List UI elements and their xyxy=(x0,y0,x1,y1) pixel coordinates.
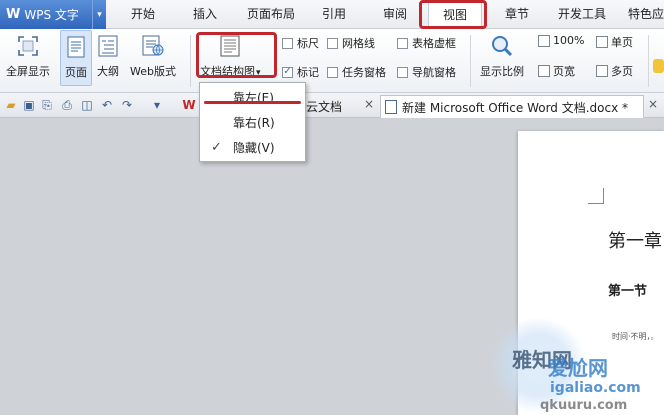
ruler-checkbox-box[interactable] xyxy=(282,37,293,49)
watermark-text: 爱尬网 xyxy=(548,356,608,380)
zoom-ratio-button[interactable]: 显示比例 xyxy=(480,33,524,79)
doc-tab-cloud[interactable]: 云文档 xyxy=(306,95,342,118)
page-width-icon xyxy=(538,65,550,77)
single-page-button[interactable]: 单页 xyxy=(596,34,633,50)
wps-logo-icon: W xyxy=(6,7,21,22)
doc-tab-cloud-label: 云文档 xyxy=(306,100,343,114)
multi-page-button[interactable]: 多页 xyxy=(596,63,633,79)
marks-checkbox[interactable]: ✓ 标记 xyxy=(282,64,319,80)
ribbon-divider xyxy=(190,35,191,87)
menu-item-hide[interactable]: ✓ 隐藏(V) xyxy=(200,136,305,160)
ribbon-divider xyxy=(648,35,649,87)
page-width-button[interactable]: 页宽 xyxy=(538,63,575,79)
nav-pane-checkbox[interactable]: 导航窗格 xyxy=(397,64,456,80)
page-margin-corner xyxy=(588,188,604,204)
tab-references[interactable]: 引用 xyxy=(310,0,358,29)
fullscreen-button[interactable]: 全屏显示 xyxy=(6,33,50,79)
highlight-underline xyxy=(204,101,301,104)
web-view-button[interactable]: Web版式 xyxy=(130,33,176,79)
fullscreen-icon xyxy=(16,33,40,59)
print-preview-icon[interactable]: ◫ xyxy=(80,98,94,112)
lightbulb-icon[interactable] xyxy=(653,59,664,73)
table-grid-checkbox[interactable]: 表格虚框 xyxy=(397,35,456,51)
menu-item-left[interactable]: 靠左(E) xyxy=(200,86,305,110)
outline-label: 大纲 xyxy=(97,65,119,78)
highlight-view-tab xyxy=(419,0,487,29)
task-pane-label: 任务窗格 xyxy=(342,66,386,79)
fullscreen-label: 全屏显示 xyxy=(6,65,50,78)
menu-bar: W WPS 文字 ▾ 开始 插入 页面布局 引用 审阅 视图 章节 开发工具 特… xyxy=(0,0,664,29)
tab-chapter[interactable]: 章节 xyxy=(492,0,542,29)
page-view-label: 页面 xyxy=(65,66,87,79)
save-icon[interactable]: ▣ xyxy=(22,98,36,112)
wps-doc-tab-icon[interactable]: W xyxy=(182,98,196,112)
zoom-100-icon xyxy=(538,34,550,47)
page-width-label: 页宽 xyxy=(553,65,575,78)
menu-item-hide-label: 隐藏(V) xyxy=(233,141,275,155)
heading-section: 第一节 xyxy=(608,284,648,299)
ribbon-divider xyxy=(470,35,471,87)
tab-developer[interactable]: 开发工具 xyxy=(550,0,614,29)
ruler-checkbox[interactable]: 标尺 xyxy=(282,35,319,51)
highlight-doc-map xyxy=(196,32,277,78)
nav-pane-checkbox-box[interactable] xyxy=(397,66,408,78)
body-text: 时间·不明，。 xyxy=(612,332,659,341)
outline-view-button[interactable]: 大纲 xyxy=(96,33,120,79)
checkmark-icon: ✓ xyxy=(211,140,222,155)
app-menu-caret-icon[interactable]: ▾ xyxy=(92,0,106,29)
heading-chapter: 第一章 xyxy=(608,231,662,252)
open-folder-icon[interactable]: ▰ xyxy=(4,98,18,112)
close-tab-icon[interactable]: × xyxy=(648,97,658,111)
redo-icon[interactable]: ↷ xyxy=(120,98,134,112)
page-view-icon xyxy=(64,34,88,60)
quick-access-toolbar: ▰ ▣ ⎘ ⎙ ◫ ↶ ↷ ▾ W 云文档 × 新建 Microsoft Off… xyxy=(0,93,664,118)
task-pane-checkbox[interactable]: 任务窗格 xyxy=(327,64,386,80)
multi-page-icon xyxy=(596,65,608,77)
marks-checkbox-box[interactable]: ✓ xyxy=(282,66,293,78)
table-grid-label: 表格虚框 xyxy=(412,37,456,50)
table-grid-checkbox-box[interactable] xyxy=(397,37,408,49)
zoom-ratio-label: 显示比例 xyxy=(480,65,524,78)
gridlines-label: 网格线 xyxy=(342,37,375,50)
page-view-button[interactable]: 页面 xyxy=(60,30,92,86)
tab-home[interactable]: 开始 xyxy=(118,0,168,29)
tab-page-layout[interactable]: 页面布局 xyxy=(240,0,302,29)
web-layout-icon xyxy=(141,33,165,59)
doc-tab-active[interactable]: 新建 Microsoft Office Word 文档.docx * xyxy=(380,95,644,118)
multi-page-label: 多页 xyxy=(611,65,633,78)
gridlines-checkbox-box[interactable] xyxy=(327,37,338,49)
close-tab-icon[interactable]: × xyxy=(364,97,374,111)
watermark-text: qkuuru.com xyxy=(540,398,628,413)
web-view-label: Web版式 xyxy=(130,65,176,78)
app-name: WPS 文字 xyxy=(24,8,79,22)
nav-pane-label: 导航窗格 xyxy=(412,66,456,79)
marks-label: 标记 xyxy=(297,66,319,79)
app-menu-button[interactable]: W WPS 文字 ▾ xyxy=(0,0,106,29)
print-icon[interactable]: ⎙ xyxy=(60,98,74,112)
ribbon: 全屏显示 页面 大纲 Web版式 文档结构图▾ 标尺 网格线 表格虚框 ✓ 标记 … xyxy=(0,29,664,93)
single-page-label: 单页 xyxy=(611,36,633,49)
customize-toolbar-icon[interactable]: ▾ xyxy=(150,98,164,112)
tab-features[interactable]: 特色应 xyxy=(622,0,664,29)
word-doc-icon xyxy=(385,100,397,114)
menu-item-right[interactable]: 靠右(R) xyxy=(200,111,305,135)
gridlines-checkbox[interactable]: 网格线 xyxy=(327,35,375,51)
ruler-label: 标尺 xyxy=(297,37,319,50)
tab-insert[interactable]: 插入 xyxy=(180,0,230,29)
magnifier-icon xyxy=(490,33,514,59)
watermark-text: igaliao.com xyxy=(550,380,641,396)
doc-map-dropdown: 靠左(E) 靠右(R) ✓ 隐藏(V) xyxy=(199,82,306,162)
zoom-100-label: 100% xyxy=(553,34,585,47)
single-page-icon xyxy=(596,36,608,48)
outline-icon xyxy=(96,33,120,59)
export-icon[interactable]: ⎘ xyxy=(40,98,54,112)
undo-icon[interactable]: ↶ xyxy=(100,98,114,112)
doc-tab-active-label: 新建 Microsoft Office Word 文档.docx * xyxy=(402,100,629,115)
task-pane-checkbox-box[interactable] xyxy=(327,66,338,78)
tab-review[interactable]: 审阅 xyxy=(370,0,420,29)
zoom-100-button[interactable]: 100% xyxy=(538,34,584,47)
